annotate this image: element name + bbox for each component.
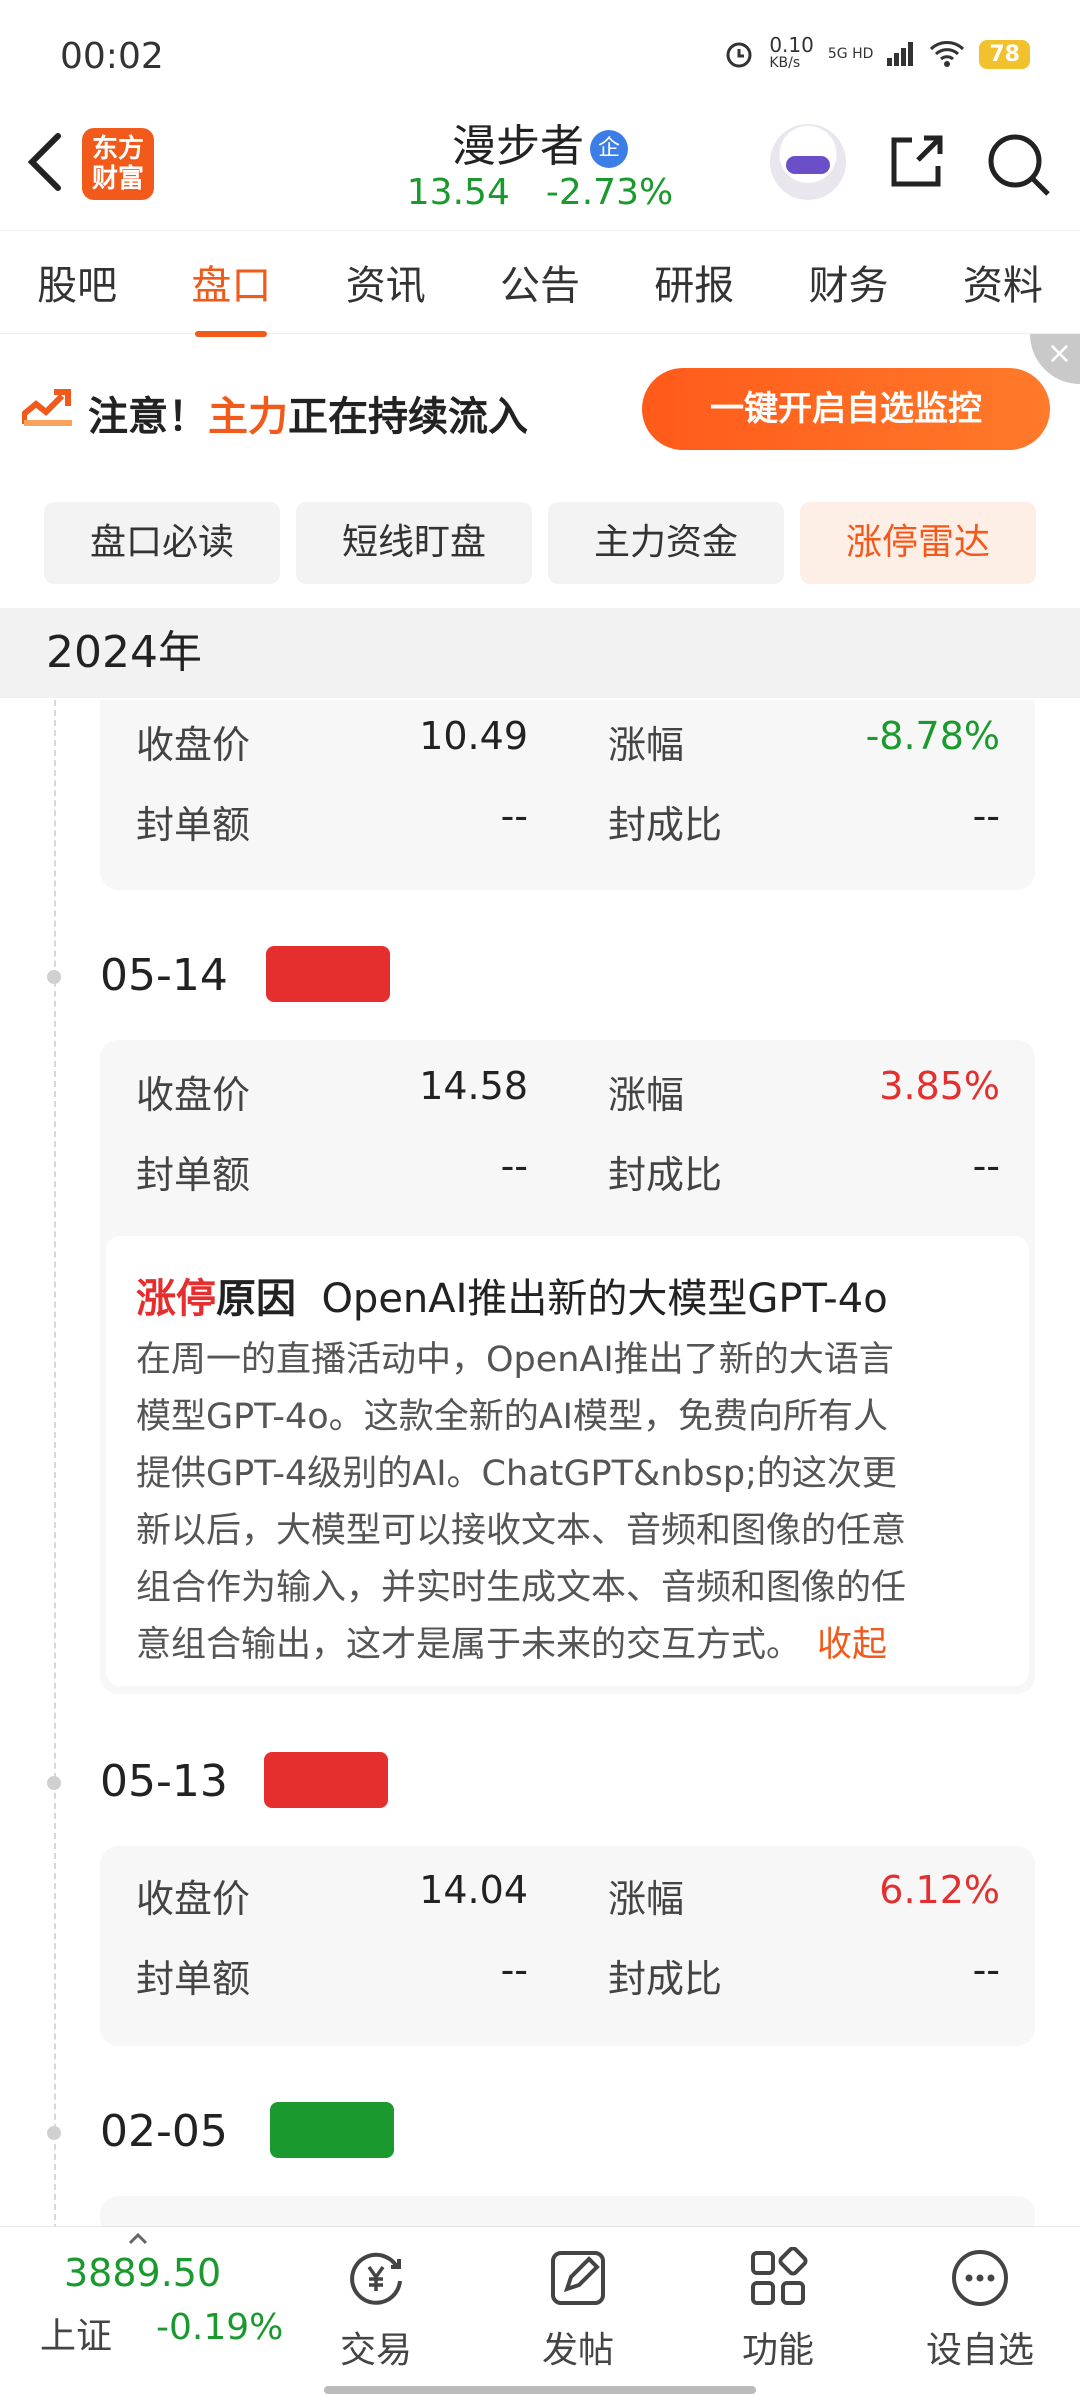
sub-tabs: 盘口必读 短线盯盘 主力资金 涨停雷达 — [44, 502, 1036, 584]
back-button[interactable] — [24, 130, 74, 200]
index-value[interactable]: 3889.50 — [64, 2251, 221, 2295]
search-icon — [988, 134, 1050, 196]
seal-ratio-label: 封成比 — [608, 1153, 723, 1197]
tab-research[interactable]: 研报 — [648, 253, 740, 311]
entry-date: 02-05 — [100, 2106, 228, 2157]
timeline-line — [54, 700, 56, 2230]
subtab-main-capital[interactable]: 主力资金 — [548, 502, 784, 584]
add-watchlist-icon — [952, 2250, 1008, 2306]
app-logo[interactable]: 东方 财富 — [82, 128, 154, 200]
function-button[interactable]: 功能 — [708, 2239, 848, 2373]
seal-ratio-label: 封成比 — [608, 803, 723, 847]
close-banner-button[interactable]: × — [1030, 334, 1080, 384]
net-speed: 0.10 KB/s — [769, 33, 814, 71]
timeline-dot — [47, 1776, 61, 1790]
change-value: -8.78% — [865, 714, 1000, 758]
seal-ratio-label: 封成比 — [608, 1957, 723, 2001]
limit-up-badge: 曾涨停 — [266, 946, 391, 1002]
trend-up-icon — [22, 389, 72, 426]
tab-news[interactable]: 资讯 — [340, 253, 432, 311]
close-price-label: 收盘价 — [136, 1877, 251, 1921]
signal-icon — [887, 42, 914, 66]
close-price-value: 14.58 — [419, 1064, 528, 1108]
post-button[interactable]: 发帖 — [508, 2239, 648, 2373]
share-icon — [891, 135, 943, 187]
limit-up-badge: 曾涨停 — [264, 1752, 389, 1808]
subtab-must-read[interactable]: 盘口必读 — [44, 502, 280, 584]
collapse-link[interactable]: 收起 — [817, 1625, 887, 1665]
timeline-dot — [47, 2126, 61, 2140]
close-price-label: 收盘价 — [136, 1073, 251, 1117]
battery-indicator: 78 — [979, 39, 1030, 69]
change-label: 涨幅 — [608, 1073, 685, 1117]
timeline-dot — [47, 970, 61, 984]
tab-profile[interactable]: 资料 — [957, 253, 1049, 311]
close-price-value: 14.04 — [419, 1868, 528, 1912]
seal-amount-value: -- — [500, 1948, 528, 1992]
status-time: 00:02 — [60, 36, 164, 77]
enterprise-badge: 企 — [590, 130, 628, 168]
change-label: 涨幅 — [608, 723, 685, 767]
seal-amount-label: 封单额 — [136, 803, 251, 847]
seal-amount-label: 封单额 — [136, 1153, 251, 1197]
entry-date: 05-13 — [100, 1756, 228, 1807]
seal-amount-label: 封单额 — [136, 1957, 251, 2001]
stock-name: 漫步者 — [452, 121, 584, 172]
tab-announcement[interactable]: 公告 — [494, 253, 586, 311]
limit-reason-box: 涨停原因 OpenAI推出新的大模型GPT-4o 在周一的直播活动中，OpenA… — [106, 1236, 1029, 1686]
seal-ratio-value: -- — [972, 1144, 1000, 1188]
status-bar: 00:02 0.10 KB/s 5G HD 78 — [0, 0, 1080, 110]
close-price-value: 10.49 — [419, 714, 528, 758]
ai-assistant-icon[interactable] — [770, 124, 846, 200]
trade-icon — [350, 2252, 402, 2305]
stock-price: 13.54 — [406, 172, 510, 213]
tab-finance[interactable]: 财务 — [803, 253, 895, 311]
index-change: -0.19% — [156, 2307, 284, 2348]
limit-down-badge: 曾跌停 — [270, 2102, 395, 2158]
index-name: 上证 — [40, 2316, 113, 2357]
change-value: 6.12% — [879, 1868, 1000, 1912]
search-button[interactable] — [986, 132, 1052, 198]
function-icon — [751, 2246, 808, 2305]
seal-amount-value: -- — [500, 1144, 528, 1188]
year-header: 2024年 — [0, 608, 1080, 698]
entry-card: 收盘价 10.49 涨幅 -8.78% 封单额 -- 封成比 -- — [100, 700, 1035, 890]
alert-banner: × 注意！主力正在持续流入 一键开启自选监控 — [0, 334, 1080, 484]
caret-up-icon — [128, 2233, 148, 2245]
close-price-label: 收盘价 — [136, 723, 251, 767]
reason-body: 在周一的直播活动中，OpenAI推出了新的大语言 模型GPT-4o。这款全新的A… — [136, 1340, 907, 1665]
alarm-icon — [726, 42, 752, 68]
tab-pankou[interactable]: 盘口 — [185, 253, 277, 337]
home-indicator[interactable] — [324, 2386, 756, 2394]
entry-card[interactable]: 收盘价 14.58 涨幅 3.85% 封单额 -- 封成比 -- 涨停原因 Op… — [100, 1040, 1035, 1694]
add-watchlist-button[interactable]: 设自选 — [910, 2239, 1050, 2373]
post-icon — [551, 2251, 605, 2305]
tab-guba[interactable]: 股吧 — [31, 253, 123, 311]
banner-text: 注意！主力正在持续流入 — [88, 394, 528, 440]
stock-change: -2.73% — [545, 172, 674, 213]
change-label: 涨幅 — [608, 1877, 685, 1921]
enable-monitor-button[interactable]: 一键开启自选监控 — [642, 368, 1050, 450]
chevron-left-icon — [27, 133, 61, 191]
seal-ratio-value: -- — [972, 1948, 1000, 1992]
trade-button[interactable]: 交易 — [306, 2239, 446, 2373]
stock-header: 漫步者企 13.54 -2.73% 东方 财富 — [0, 110, 1080, 230]
network-type: 5G HD — [827, 46, 874, 62]
wifi-icon — [930, 41, 965, 67]
subtab-short-term[interactable]: 短线盯盘 — [296, 502, 532, 584]
share-button[interactable] — [886, 132, 946, 192]
seal-ratio-value: -- — [972, 794, 1000, 838]
subtab-limit-radar[interactable]: 涨停雷达 — [800, 502, 1036, 584]
reason-title: 涨停原因 OpenAI推出新的大模型GPT-4o — [136, 1276, 888, 1322]
entry-card[interactable]: 收盘价 14.04 涨幅 6.12% 封单额 -- 封成比 -- — [100, 1846, 1035, 2046]
bottom-bar: 3889.50 上证 -0.19% 交易 发帖 功能 设自选 — [0, 2226, 1080, 2400]
change-value: 3.85% — [879, 1064, 1000, 1108]
seal-amount-value: -- — [500, 794, 528, 838]
entry-date: 05-14 — [100, 950, 228, 1001]
main-tabs: 股吧 盘口 资讯 公告 研报 财务 资料 — [0, 230, 1080, 337]
